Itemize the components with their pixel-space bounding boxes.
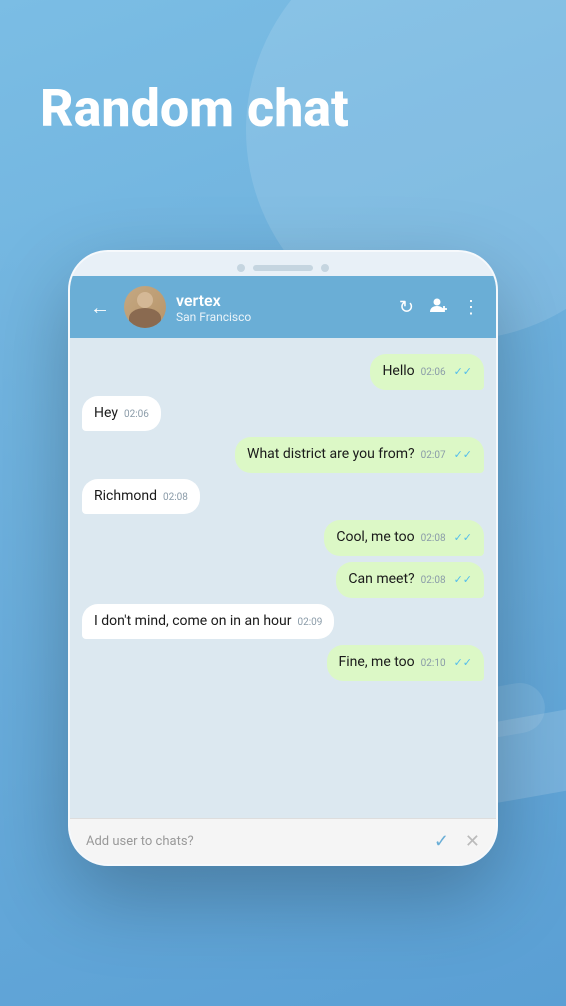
message-text: Hello <box>382 362 414 382</box>
message-bubble: Hey 02:06 <box>82 396 161 432</box>
contact-location: San Francisco <box>176 310 389 324</box>
more-options-icon[interactable]: ⋮ <box>462 297 480 318</box>
chat-header: ← vertex San Francisco ↻ ⋮ <box>70 276 496 338</box>
read-receipt-icon: ✓✓ <box>454 530 472 545</box>
message-row: Hey 02:06 <box>82 396 484 432</box>
message-row: What district are you from? 02:07 ✓✓ <box>82 437 484 473</box>
message-text: What district are you from? <box>247 445 415 465</box>
add-user-prompt: Add user to chats? <box>86 834 194 849</box>
read-receipt-icon: ✓✓ <box>454 655 472 670</box>
message-bubble: I don't mind, come on in an hour 02:09 <box>82 604 334 640</box>
dismiss-button[interactable]: ✕ <box>465 831 480 852</box>
message-bubble: Fine, me too 02:10 ✓✓ <box>327 645 484 681</box>
message-text: Richmond <box>94 487 157 507</box>
message-text: Cool, me too <box>336 528 414 548</box>
confirm-button[interactable]: ✓ <box>434 831 449 852</box>
read-receipt-icon: ✓✓ <box>454 572 472 587</box>
add-user-icon[interactable] <box>428 295 448 320</box>
camera-dot <box>237 264 245 272</box>
chat-body: Hello 02:06 ✓✓ Hey 02:06 What district are yo… <box>70 338 496 818</box>
message-bubble: Richmond 02:08 <box>82 479 200 515</box>
message-bubble: What district are you from? 02:07 ✓✓ <box>235 437 484 473</box>
message-text: I don't mind, come on in an hour <box>94 612 291 632</box>
message-bubble: Can meet? 02:08 ✓✓ <box>336 562 484 598</box>
message-bubble: Cool, me too 02:08 ✓✓ <box>324 520 484 556</box>
message-row: Hello 02:06 ✓✓ <box>82 354 484 390</box>
page-title: Random chat <box>40 80 349 137</box>
message-time: 02:07 <box>421 449 446 463</box>
message-time: 02:10 <box>421 657 446 671</box>
avatar-image <box>124 286 166 328</box>
message-text: Fine, me too <box>339 653 415 673</box>
message-time: 02:08 <box>163 491 188 505</box>
camera-dot-2 <box>321 264 329 272</box>
message-row: Fine, me too 02:10 ✓✓ <box>82 645 484 681</box>
bottom-actions: ✓ ✕ <box>434 831 480 852</box>
message-row: Can meet? 02:08 ✓✓ <box>82 562 484 598</box>
message-time: 02:09 <box>297 616 322 630</box>
message-text: Hey <box>94 404 118 424</box>
message-time: 02:08 <box>421 574 446 588</box>
speaker-bar <box>253 265 313 271</box>
avatar <box>124 286 166 328</box>
chat-bottom-bar: Add user to chats? ✓ ✕ <box>70 818 496 864</box>
contact-info: vertex San Francisco <box>176 291 389 324</box>
message-row: I don't mind, come on in an hour 02:09 <box>82 604 484 640</box>
refresh-icon[interactable]: ↻ <box>399 297 414 318</box>
message-text: Can meet? <box>348 570 414 590</box>
read-receipt-icon: ✓✓ <box>454 364 472 379</box>
message-row: Cool, me too 02:08 ✓✓ <box>82 520 484 556</box>
header-actions: ↻ ⋮ <box>399 295 480 320</box>
contact-name: vertex <box>176 291 389 310</box>
phone-notch <box>70 252 496 276</box>
message-time: 02:08 <box>421 532 446 546</box>
phone-frame: ← vertex San Francisco ↻ ⋮ <box>68 250 498 866</box>
read-receipt-icon: ✓✓ <box>454 447 472 462</box>
message-time: 02:06 <box>421 366 446 380</box>
phone-mockup: ← vertex San Francisco ↻ ⋮ <box>68 250 498 866</box>
message-time: 02:06 <box>124 408 149 422</box>
message-bubble: Hello 02:06 ✓✓ <box>370 354 484 390</box>
back-button[interactable]: ← <box>86 291 114 324</box>
message-row: Richmond 02:08 <box>82 479 484 515</box>
